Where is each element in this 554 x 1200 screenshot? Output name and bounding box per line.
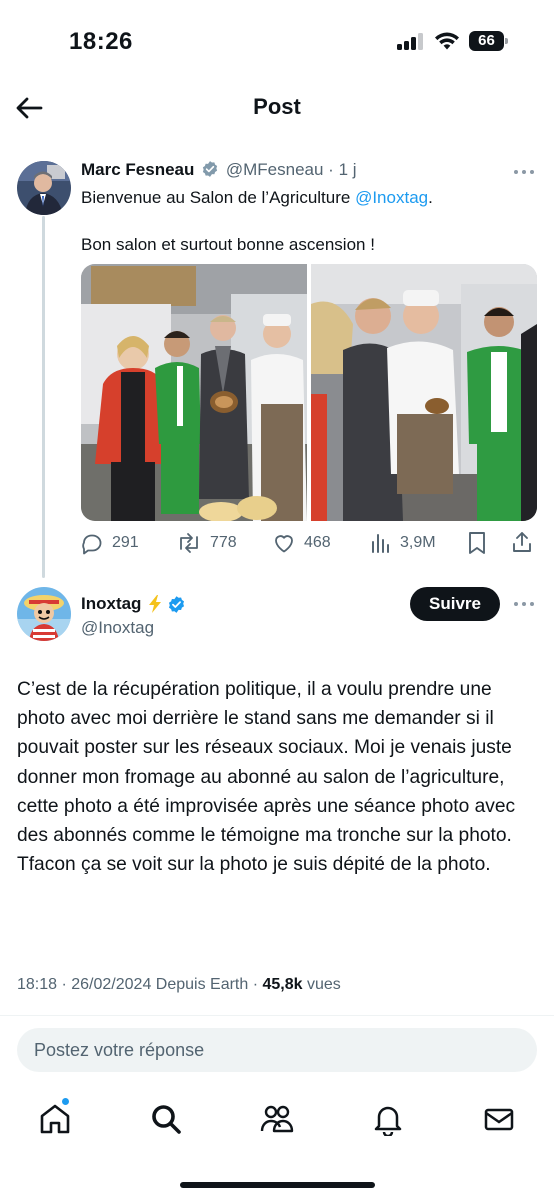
views-label: vues: [302, 976, 341, 993]
tab-notifications[interactable]: [364, 1095, 412, 1143]
tab-search[interactable]: [142, 1095, 190, 1143]
repost-button[interactable]: 778: [176, 529, 237, 557]
author-name[interactable]: Inoxtag: [81, 594, 141, 614]
verified-blue-icon: [169, 595, 185, 613]
notifications-icon: [374, 1106, 402, 1136]
bookmark-icon[interactable]: [466, 531, 488, 555]
more-options-icon[interactable]: [514, 602, 536, 608]
heart-icon: [275, 535, 293, 553]
parent-post-text: Bienvenue au Salon de l’Agriculture @Ino…: [81, 185, 531, 210]
home-icon: [40, 1104, 70, 1134]
reply-count: 291: [112, 534, 139, 551]
avatar-marc-fesneau[interactable]: [17, 161, 71, 215]
post-meta: 18:18 · 26/02/2024 Depuis Earth · 45,8k …: [17, 976, 341, 994]
more-options-icon[interactable]: [514, 170, 536, 176]
tab-messages[interactable]: [475, 1095, 523, 1143]
page-title: Post: [253, 94, 301, 119]
verified-gray-icon: [203, 161, 218, 177]
post-text: Bienvenue au Salon de l’Agriculture: [81, 188, 356, 207]
author-name[interactable]: Marc Fesneau: [81, 160, 194, 179]
time-ago: 1 j: [338, 160, 357, 179]
notification-dot: [61, 1097, 70, 1106]
main-post-text: C’est de la récupération politique, il a…: [17, 675, 542, 879]
view-count: 3,9M: [400, 534, 436, 551]
bottom-tab-bar: [0, 1095, 554, 1143]
divider: [0, 1015, 554, 1016]
share-icon[interactable]: [510, 530, 534, 554]
communities-icon: [260, 1105, 294, 1133]
tab-home[interactable]: [31, 1095, 79, 1143]
like-button[interactable]: 468: [272, 529, 331, 557]
reply-input[interactable]: Postez votre réponse: [17, 1028, 537, 1072]
battery-icon: 66: [469, 31, 508, 51]
thread-line: [42, 216, 45, 578]
separator: ·: [328, 160, 334, 179]
author-handle[interactable]: @MFesneau: [226, 160, 324, 179]
photo-right: [311, 264, 537, 521]
reply-icon: [82, 534, 102, 555]
photo-left: [81, 264, 307, 521]
home-indicator[interactable]: [180, 1182, 375, 1188]
post-body: C’est de la récupération politique, il a…: [17, 679, 516, 876]
parent-post-header: Marc Fesneau @MFesneau · 1 j: [81, 160, 357, 180]
post-media-photos[interactable]: [81, 264, 537, 521]
mention-link[interactable]: @Inoxtag: [355, 188, 428, 207]
author-handle[interactable]: @Inoxtag: [81, 618, 154, 638]
parent-post-actions: 291 778 468 3,9M: [80, 529, 540, 557]
views-count[interactable]: 45,8k: [263, 976, 303, 993]
messages-icon: [484, 1108, 514, 1131]
post-text-end: .: [428, 188, 433, 207]
lightning-icon: [149, 595, 162, 613]
status-time: 18:26: [69, 28, 133, 55]
battery-level: 66: [469, 31, 504, 51]
follow-button[interactable]: Suivre: [410, 587, 500, 621]
avatar-inoxtag[interactable]: [17, 587, 71, 641]
reply-button[interactable]: 291: [80, 529, 139, 557]
status-bar: 18:26 66: [0, 0, 554, 80]
cellular-signal-icon: [397, 33, 425, 50]
parent-post-text-line2: Bon salon et surtout bonne ascension !: [81, 235, 375, 254]
search-icon: [152, 1105, 181, 1134]
wifi-icon: [435, 32, 459, 50]
views-button[interactable]: 3,9M: [370, 529, 436, 557]
main-post-author[interactable]: Inoxtag: [81, 594, 186, 614]
like-count: 468: [304, 534, 331, 551]
post-timestamp: 18:18 · 26/02/2024 Depuis Earth ·: [17, 976, 263, 993]
repost-icon: [180, 533, 198, 553]
tab-communities[interactable]: [253, 1095, 301, 1143]
repost-count: 778: [210, 534, 237, 551]
views-chart-icon: [372, 534, 389, 553]
